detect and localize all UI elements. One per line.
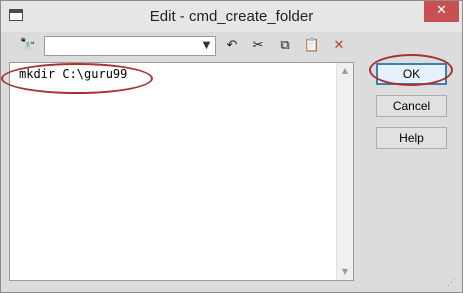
cancel-button[interactable]: Cancel: [376, 95, 447, 117]
resize-grip-icon[interactable]: ⋰: [447, 277, 459, 289]
scroll-down-icon[interactable]: ▼: [337, 264, 353, 280]
delete-icon[interactable]: ✕: [330, 38, 348, 54]
title-bar: Edit - cmd_create_folder ✕: [1, 1, 462, 32]
scroll-up-icon[interactable]: ▲: [337, 63, 353, 79]
chevron-down-icon[interactable]: ▼: [198, 37, 215, 55]
editor-content[interactable]: mkdir C:\guru99: [19, 67, 127, 81]
ok-button[interactable]: OK: [376, 63, 447, 85]
copy-icon[interactable]: ⧉: [276, 38, 294, 54]
command-editor[interactable]: mkdir C:\guru99 ▲ ▼: [9, 62, 354, 281]
paste-icon[interactable]: 📋: [303, 38, 321, 54]
edit-dialog: Edit - cmd_create_folder ✕ 🔭 ↶ ✂ ⧉ 📋 ✕ ▼…: [0, 0, 463, 293]
find-combobox[interactable]: ▼: [44, 36, 216, 56]
window-title: Edit - cmd_create_folder: [149, 8, 314, 25]
find-icon[interactable]: 🔭: [19, 38, 37, 54]
cut-icon[interactable]: ✂: [249, 38, 267, 54]
close-button[interactable]: ✕: [424, 1, 459, 22]
vertical-scrollbar[interactable]: ▲ ▼: [336, 63, 353, 280]
help-button[interactable]: Help: [376, 127, 447, 149]
undo-icon[interactable]: ↶: [223, 38, 241, 54]
